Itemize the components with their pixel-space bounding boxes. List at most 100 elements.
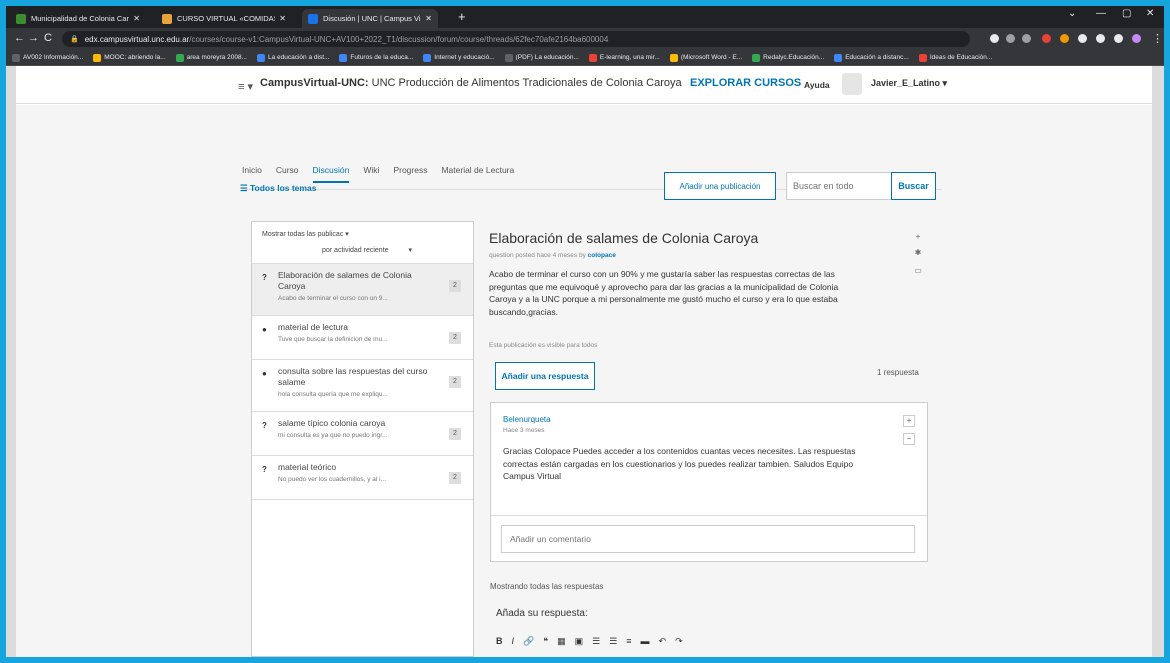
link-icon[interactable]: 🔗	[523, 636, 534, 647]
close-tab-icon[interactable]: ✕	[425, 14, 432, 23]
bookmark-icon	[339, 53, 348, 62]
post-title: Elaboración de salames de Colonia Caroya	[489, 230, 759, 246]
puzzle-icon[interactable]	[1096, 34, 1105, 43]
bulleted-list-icon[interactable]: ☰	[609, 636, 617, 647]
list-item[interactable]: ● material de lectura Tuve que buscar la…	[252, 316, 473, 360]
bookmark-icon	[175, 53, 184, 62]
bookmark-icon	[669, 53, 678, 62]
bookmark-item[interactable]: Educación a distanc...	[834, 53, 909, 62]
course-title: CampusVirtual-UNC: UNC Producción de Ali…	[260, 77, 682, 89]
profile-avatar-icon[interactable]	[1132, 34, 1141, 43]
close-window-button[interactable]: ✕	[1146, 8, 1154, 19]
close-tab-icon[interactable]: ✕	[279, 14, 286, 23]
list-item[interactable]: ? salame típico colonia caroya mi consul…	[252, 412, 473, 456]
extension-icon[interactable]	[1060, 34, 1069, 43]
show-filter-select[interactable]: Mostrar todas las publicac ▾	[262, 230, 463, 238]
bookmark-item[interactable]: (PDF) La educación...	[504, 53, 579, 62]
share-icon[interactable]	[1006, 34, 1015, 43]
url-path: /courses/course-v1:CampusVirtual-UNC+AV1…	[189, 34, 609, 44]
bookmark-item[interactable]: Internet y educació...	[423, 53, 495, 62]
list-item[interactable]: ? material teórico No puedo ver los cuad…	[252, 456, 473, 500]
more-options-icon[interactable]: ▭	[913, 266, 923, 275]
tab-title: Discusión | UNC | Campus Virtu	[323, 14, 422, 23]
bookmark-item[interactable]: MOOC: abriendo la...	[93, 53, 166, 62]
lock-icon[interactable]: 🔒	[70, 35, 79, 43]
bookmark-icon	[588, 53, 597, 62]
response-author-link[interactable]: Belenurqueta	[503, 415, 551, 424]
search-button[interactable]: Buscar	[891, 172, 936, 200]
search-input[interactable]	[786, 172, 892, 200]
thread-title: material de lectura	[278, 322, 348, 332]
comment-count-badge: 2	[449, 332, 461, 344]
divider	[491, 515, 927, 516]
bookmark-item[interactable]: E-learning, una mir...	[588, 53, 660, 62]
page-gutter-right	[1152, 66, 1164, 657]
bookmark-item[interactable]: area moreyra 2008...	[175, 53, 247, 62]
bookmark-item[interactable]: Futuros de la educa...	[339, 53, 413, 62]
post-meta: question posted hace 4 meses by colopace	[489, 252, 616, 259]
browser-tab-3[interactable]: Discusión | UNC | Campus Virtu ✕	[302, 9, 438, 28]
help-link[interactable]: Ayuda	[804, 80, 830, 90]
extension-icon[interactable]	[1078, 34, 1087, 43]
thread-title: material teórico	[278, 462, 337, 472]
back-icon[interactable]: ←	[14, 32, 25, 44]
user-menu[interactable]: Javier_E_Latino ▾	[871, 78, 947, 89]
avatar[interactable]	[842, 73, 862, 95]
menu-icon[interactable]: ≡ ▾	[238, 80, 253, 93]
close-tab-icon[interactable]: ✕	[133, 14, 140, 23]
bookmark-item[interactable]: (Microsoft Word - E...	[669, 53, 742, 62]
response-count: 1 respuesta	[877, 368, 919, 377]
add-response-button[interactable]: Añadir una respuesta	[495, 362, 595, 390]
your-response-heading: Añada su respuesta:	[496, 608, 588, 619]
list-item[interactable]: ? Elaboración de salames de Colonia Caro…	[252, 264, 473, 316]
bookmark-item[interactable]: AV002 Información...	[12, 53, 83, 62]
thread-snippet: No puedo ver los cuadernillos, y al i...	[278, 476, 387, 483]
italic-button[interactable]: I	[512, 636, 515, 647]
bookmark-icon	[504, 53, 513, 62]
bookmark-item[interactable]: Redalyc.Educación...	[752, 53, 824, 62]
comment-input[interactable]	[501, 525, 915, 553]
minus-icon[interactable]: −	[903, 433, 915, 445]
all-topics-link[interactable]: ☰ Todos los temas	[240, 183, 316, 194]
code-icon[interactable]: ▦	[557, 636, 566, 647]
maximize-button[interactable]: ▢	[1122, 8, 1131, 19]
thread-snippet: hola consulta quería que me expliqu...	[278, 391, 388, 398]
tab-search-icon[interactable]: ⌄	[1068, 8, 1076, 19]
extension-icon[interactable]	[990, 34, 999, 43]
ordered-list-icon[interactable]: ☰	[592, 636, 600, 647]
sort-select[interactable]: por actividad reciente ▾	[322, 246, 412, 254]
quote-icon[interactable]: ❝	[543, 636, 548, 647]
comment-count-badge: 2	[449, 376, 461, 388]
site-header: ≡ ▾ CampusVirtual-UNC: UNC Producción de…	[16, 66, 1152, 104]
undo-icon[interactable]: ↶	[659, 636, 667, 647]
explore-courses-link[interactable]: EXPLORAR CURSOS	[690, 77, 801, 89]
minimize-button[interactable]: —	[1096, 8, 1106, 19]
author-link[interactable]: colopace	[588, 252, 616, 259]
horizontal-rule-icon[interactable]: ▬	[641, 636, 650, 647]
bookmark-item[interactable]: Ideas de Educación...	[918, 53, 992, 62]
browser-tab-1[interactable]: Municipalidad de Colonia Caroy ✕	[10, 9, 146, 28]
bookmark-item[interactable]: La educación a dist...	[256, 53, 329, 62]
follow-star-icon[interactable]: ✱	[913, 248, 923, 257]
address-bar[interactable]: 🔒 edx.campusvirtual.unc.edu.ar /courses/…	[62, 31, 970, 47]
tab-title: CURSO VIRTUAL «COMIDAS TÍPI	[177, 14, 276, 23]
redo-icon[interactable]: ↷	[675, 636, 683, 647]
response-body: Gracias Colopace Puedes acceder a los co…	[503, 446, 856, 481]
star-icon[interactable]	[1022, 34, 1031, 43]
extension-icon[interactable]	[1042, 34, 1051, 43]
image-icon[interactable]: ▣	[575, 636, 584, 647]
new-tab-button[interactable]: +	[458, 9, 466, 24]
browser-tab-2[interactable]: CURSO VIRTUAL «COMIDAS TÍPI ✕	[156, 9, 292, 28]
reload-icon[interactable]: C	[44, 32, 52, 44]
bookmark-icon	[423, 53, 432, 62]
plus-icon[interactable]: +	[913, 232, 923, 241]
list-item[interactable]: ● consulta sobre las respuestas del curs…	[252, 360, 473, 412]
question-icon: ?	[262, 465, 267, 474]
heading-icon[interactable]: ≡	[626, 636, 631, 647]
menu-kebab-icon[interactable]: ⋮	[1152, 32, 1163, 45]
bold-button[interactable]: B	[496, 636, 503, 647]
add-post-button[interactable]: Añadir una publicación	[664, 172, 776, 200]
forward-icon[interactable]: →	[28, 32, 39, 44]
sidepanel-icon[interactable]	[1114, 34, 1123, 43]
plus-icon[interactable]: +	[903, 415, 915, 427]
